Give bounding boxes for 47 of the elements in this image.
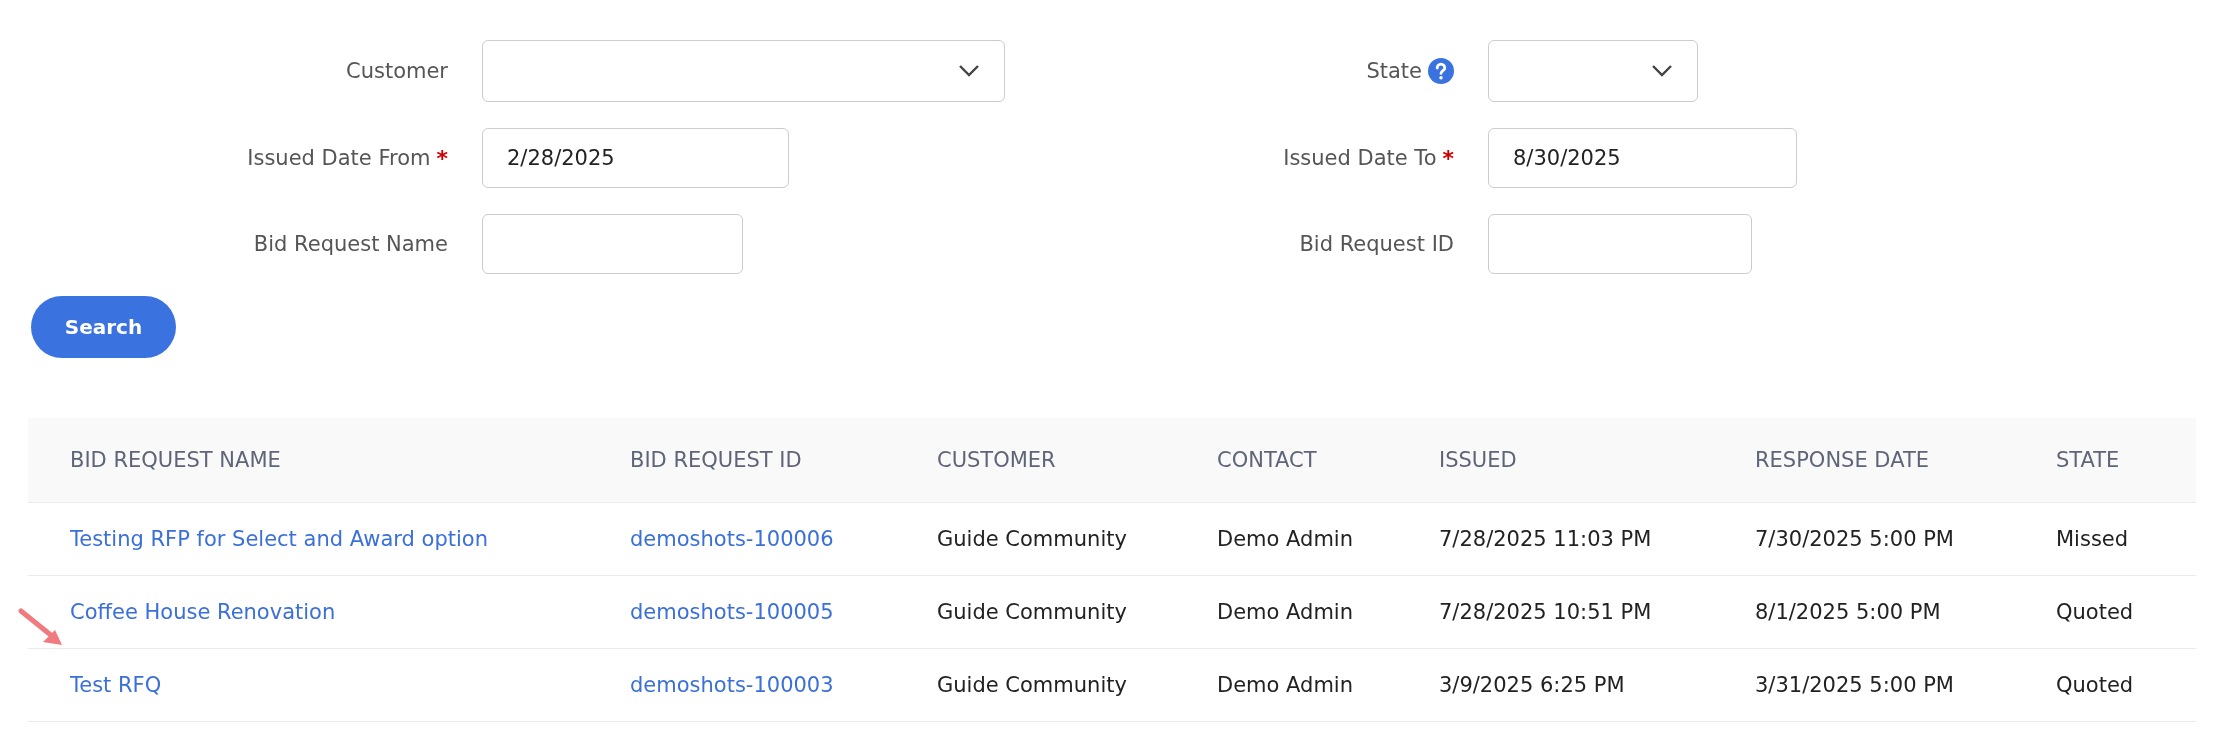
table-link[interactable]: demoshots-100006 <box>630 527 834 551</box>
chevron-down-icon <box>1651 64 1673 78</box>
required-mark: * <box>1442 145 1454 171</box>
column-header: ISSUED <box>1439 448 1517 472</box>
column-header: CUSTOMER <box>937 448 1056 472</box>
input-field[interactable]: 8/30/2025 <box>1488 128 1797 188</box>
table-cell: 7/28/2025 11:03 PM <box>1439 527 1652 551</box>
table-cell: 7/30/2025 5:00 PM <box>1755 527 1954 551</box>
column-header: BID REQUEST ID <box>630 448 802 472</box>
table-cell: Guide Community <box>937 527 1127 551</box>
table-cell: 3/9/2025 6:25 PM <box>1439 673 1625 697</box>
table-cell: Demo Admin <box>1217 527 1353 551</box>
field-label: State <box>1366 59 1422 83</box>
table-cell: Demo Admin <box>1217 673 1353 697</box>
table-link[interactable]: demoshots-100003 <box>630 673 834 697</box>
required-mark: * <box>436 145 448 171</box>
table-link[interactable]: Test RFQ <box>70 673 162 697</box>
column-header: BID REQUEST NAME <box>70 448 281 472</box>
column-header: RESPONSE DATE <box>1755 448 1929 472</box>
column-header: CONTACT <box>1217 448 1317 472</box>
table-link[interactable]: Coffee House Renovation <box>70 600 336 624</box>
field-label: Bid Request Name <box>253 232 448 256</box>
chevron-down-icon <box>958 64 980 78</box>
column-header: STATE <box>2056 448 2120 472</box>
input-field[interactable] <box>1488 214 1752 274</box>
table-cell: Demo Admin <box>1217 600 1353 624</box>
dropdown-field[interactable] <box>482 40 1005 102</box>
table-cell: Missed <box>2056 527 2129 551</box>
search-button[interactable]: Search <box>31 296 176 358</box>
input-field[interactable] <box>482 214 743 274</box>
field-label: Bid Request ID <box>1299 232 1454 256</box>
input-field[interactable]: 2/28/2025 <box>482 128 789 188</box>
field-label: Customer <box>346 59 448 83</box>
field-label: Issued Date To <box>1283 146 1437 170</box>
table-cell: Guide Community <box>937 600 1127 624</box>
table-link[interactable]: Testing RFP for Select and Award option <box>70 527 488 551</box>
table-link[interactable]: demoshots-100005 <box>630 600 834 624</box>
table-cell: Guide Community <box>937 673 1127 697</box>
table-cell: 7/28/2025 10:51 PM <box>1439 600 1652 624</box>
field-label: Issued Date From <box>247 146 431 170</box>
table-cell: 3/31/2025 5:00 PM <box>1755 673 1954 697</box>
table-cell: Quoted <box>2056 673 2134 697</box>
arrow-annotation-icon <box>18 608 64 648</box>
dropdown-field[interactable] <box>1488 40 1698 102</box>
help-icon[interactable] <box>1428 58 1454 84</box>
table-cell: Quoted <box>2056 600 2134 624</box>
table-cell: 8/1/2025 5:00 PM <box>1755 600 1941 624</box>
